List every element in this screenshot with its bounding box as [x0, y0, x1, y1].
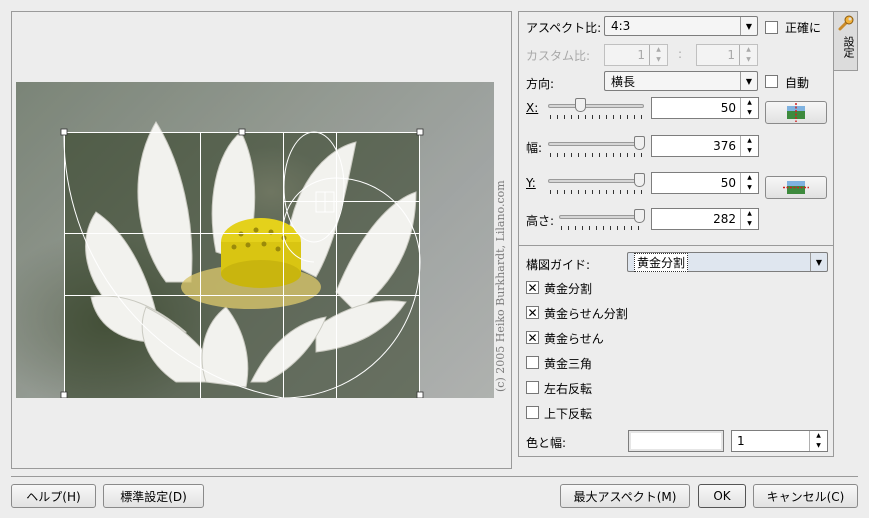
guide-checkbox-golden-spiral[interactable]: ✕ [526, 331, 539, 344]
aspect-ratio-select[interactable]: 4:3 ▼ [604, 16, 758, 36]
spinner-arrows-icon: ▲ ▼ [740, 209, 758, 229]
composition-guide-select[interactable]: 黄金分割 ▼ [627, 252, 828, 272]
spinner-arrows-icon: ▲ ▼ [739, 45, 757, 65]
guide-checkbox-flip-vertical[interactable] [526, 406, 539, 419]
exact-checkbox[interactable] [765, 21, 778, 34]
auto-label: 自動 [785, 76, 810, 90]
guide-checkbox-flip-horizontal[interactable] [526, 381, 539, 394]
chevron-down-icon: ▼ [810, 253, 827, 271]
auto-checkbox[interactable] [765, 75, 778, 88]
custom-ratio-height-spinner[interactable]: 1 ▲ ▼ [696, 44, 758, 66]
spinner-arrows-icon: ▲ ▼ [740, 173, 758, 193]
height-slider-thumb[interactable] [634, 209, 645, 223]
max-aspect-button[interactable]: 最大アスペクト(M) [560, 484, 690, 508]
copyright-text: (c) 2005 Heiko Burkhardt, Lilano.com [494, 180, 507, 392]
center-vertical-icon [783, 181, 809, 194]
x-slider-thumb[interactable] [575, 98, 586, 112]
y-slider-thumb[interactable] [634, 173, 645, 187]
y-spinner[interactable]: 50 ▲ ▼ [651, 172, 759, 194]
wrench-icon [838, 15, 854, 31]
defaults-button[interactable]: 標準設定(D) [103, 484, 204, 508]
composition-guide-value: 黄金分割 [634, 252, 689, 272]
aspect-ratio-label: アスペクト比: [526, 21, 602, 35]
crop-guides-overlay[interactable] [16, 82, 494, 398]
guide-checkbox-golden-spiral-section[interactable]: ✕ [526, 306, 539, 319]
custom-ratio-width-spinner[interactable]: 1 ▲ ▼ [604, 44, 668, 66]
width-spinner[interactable]: 376 ▲ ▼ [651, 135, 759, 157]
height-slider-ticks [561, 226, 642, 230]
custom-ratio-width-value: 1 [637, 48, 645, 62]
x-slider-ticks [550, 115, 642, 119]
help-button[interactable]: ヘルプ(H) [11, 484, 96, 508]
chevron-down-icon: ▼ [740, 17, 757, 35]
height-slider[interactable] [559, 215, 644, 219]
color-width-label: 色と幅: [526, 436, 567, 450]
orientation-select[interactable]: 横長 ▼ [604, 71, 758, 91]
x-slider[interactable] [548, 104, 644, 108]
custom-ratio-separator: : [678, 47, 683, 61]
width-slider[interactable] [548, 142, 644, 146]
x-label: X: [526, 101, 539, 115]
center-horizontal-button[interactable] [765, 101, 827, 124]
center-horizontal-icon [787, 103, 805, 122]
chevron-down-icon: ▼ [740, 72, 757, 90]
y-value: 50 [720, 176, 736, 190]
spinner-arrows-icon: ▲ ▼ [740, 98, 758, 118]
x-spinner[interactable]: 50 ▲ ▼ [651, 97, 759, 119]
center-vertical-button[interactable] [765, 176, 827, 199]
composition-guide-label: 構図ガイド: [526, 258, 591, 272]
guide-label-flip-horizontal: 左右反転 [544, 382, 593, 396]
guide-color-button[interactable] [628, 430, 724, 452]
ok-button[interactable]: OK [698, 484, 746, 508]
height-spinner[interactable]: 282 ▲ ▼ [651, 208, 759, 230]
guide-label-golden-spiral: 黄金らせん [544, 332, 604, 346]
orientation-value: 横長 [611, 74, 636, 89]
guide-checkbox-golden-triangle[interactable] [526, 356, 539, 369]
y-slider-ticks [550, 190, 642, 194]
panel-divider [519, 245, 833, 246]
spinner-arrows-icon: ▲ ▼ [649, 45, 667, 65]
guide-label-golden-triangle: 黄金三角 [544, 357, 593, 371]
footer-separator [11, 476, 858, 477]
spinner-arrows-icon: ▲ ▼ [809, 431, 827, 451]
settings-tab-label: 設定 [842, 36, 855, 58]
custom-ratio-height-value: 1 [727, 48, 735, 62]
height-value: 282 [713, 212, 736, 226]
width-label: 幅: [526, 141, 543, 155]
custom-ratio-label: カスタム比: [526, 49, 591, 63]
width-slider-thumb[interactable] [634, 136, 645, 150]
width-slider-ticks [550, 153, 642, 157]
exact-label: 正確に [785, 21, 822, 35]
guide-label-flip-vertical: 上下反転 [544, 407, 593, 421]
guide-line-width-value: 1 [737, 434, 745, 448]
y-label: Y: [526, 176, 536, 190]
guide-line-width-spinner[interactable]: 1 ▲ ▼ [731, 430, 828, 452]
height-label: 高さ: [526, 214, 555, 228]
spinner-arrows-icon: ▲ ▼ [740, 136, 758, 156]
width-value: 376 [713, 139, 736, 153]
x-value: 50 [720, 101, 736, 115]
guide-checkbox-golden-section[interactable]: ✕ [526, 281, 539, 294]
y-slider[interactable] [548, 179, 644, 183]
guide-label-golden-spiral-section: 黄金らせん分割 [544, 307, 628, 321]
guide-label-golden-section: 黄金分割 [544, 282, 593, 296]
aspect-ratio-value: 4:3 [611, 19, 631, 33]
orientation-label: 方向: [526, 77, 555, 91]
cancel-button[interactable]: キャンセル(C) [753, 484, 858, 508]
